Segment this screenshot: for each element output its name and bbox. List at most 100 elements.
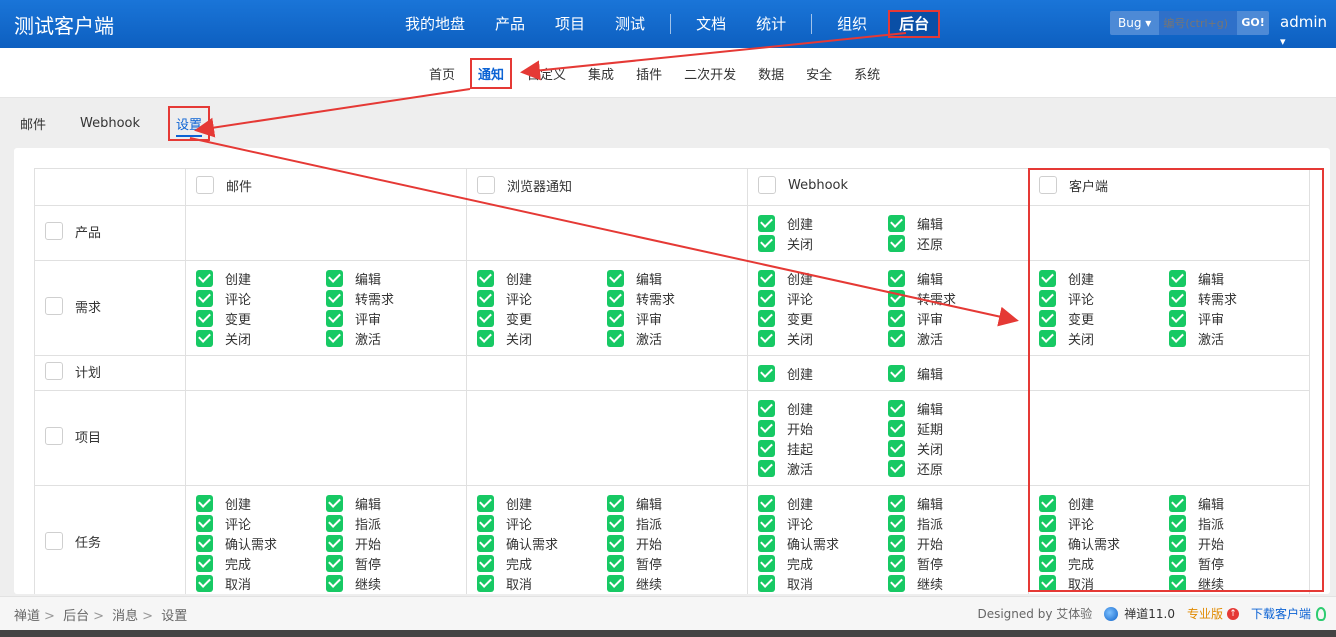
checked-checkbox[interactable]: [888, 574, 905, 592]
checked-checkbox[interactable]: [326, 309, 343, 327]
checked-checkbox[interactable]: [607, 574, 624, 592]
checked-checkbox[interactable]: [326, 329, 343, 347]
action-option[interactable]: 编辑: [326, 269, 456, 288]
checked-checkbox[interactable]: [607, 494, 624, 512]
checked-checkbox[interactable]: [477, 534, 494, 552]
checked-checkbox[interactable]: [326, 554, 343, 572]
action-option[interactable]: 评论: [1039, 289, 1169, 308]
subnav-notify[interactable]: 通知: [470, 57, 513, 89]
action-option[interactable]: 编辑: [1169, 494, 1299, 513]
action-option[interactable]: 完成: [196, 554, 326, 573]
action-option[interactable]: 创建: [1039, 269, 1169, 288]
checked-checkbox[interactable]: [888, 329, 905, 347]
action-option[interactable]: 编辑: [888, 269, 1018, 288]
subnav-custom[interactable]: 自定义: [516, 64, 577, 83]
action-option[interactable]: 转需求: [326, 289, 456, 308]
checked-checkbox[interactable]: [607, 269, 624, 287]
action-option[interactable]: 评审: [1169, 309, 1299, 328]
checkbox[interactable]: [45, 297, 63, 316]
checked-checkbox[interactable]: [1039, 534, 1056, 552]
checked-checkbox[interactable]: [758, 439, 775, 457]
action-option[interactable]: 继续: [607, 574, 737, 593]
checked-checkbox[interactable]: [196, 514, 213, 532]
action-option[interactable]: 完成: [477, 554, 607, 573]
action-option[interactable]: 关闭: [888, 439, 1018, 458]
checked-checkbox[interactable]: [888, 534, 905, 552]
action-option[interactable]: 开始: [326, 534, 456, 553]
breadcrumb-item[interactable]: 后台: [63, 609, 89, 624]
action-option[interactable]: 还原: [888, 459, 1018, 478]
action-option[interactable]: 确认需求: [758, 534, 888, 553]
column-select-all[interactable]: 浏览器通知: [477, 176, 572, 195]
checked-checkbox[interactable]: [1039, 289, 1056, 307]
action-option[interactable]: 编辑: [607, 494, 737, 513]
checked-checkbox[interactable]: [758, 309, 775, 327]
checked-checkbox[interactable]: [196, 554, 213, 572]
checkbox[interactable]: [758, 176, 776, 194]
action-option[interactable]: 编辑: [888, 494, 1018, 513]
checked-checkbox[interactable]: [477, 494, 494, 512]
checked-checkbox[interactable]: [1169, 494, 1186, 512]
action-option[interactable]: 评审: [888, 309, 1018, 328]
checked-checkbox[interactable]: [758, 534, 775, 552]
action-option[interactable]: 创建: [1039, 494, 1169, 513]
checked-checkbox[interactable]: [1169, 574, 1186, 592]
action-option[interactable]: 评论: [477, 514, 607, 533]
checked-checkbox[interactable]: [758, 514, 775, 532]
action-option[interactable]: 还原: [888, 234, 1018, 253]
action-option[interactable]: 取消: [758, 574, 888, 593]
action-option[interactable]: 评论: [758, 289, 888, 308]
column-select-all[interactable]: Webhook: [758, 176, 848, 194]
action-option[interactable]: 评论: [196, 289, 326, 308]
checkbox[interactable]: [45, 362, 63, 381]
action-option[interactable]: 评论: [477, 289, 607, 308]
action-option[interactable]: 变更: [758, 309, 888, 328]
checkbox[interactable]: [45, 427, 63, 446]
checked-checkbox[interactable]: [1169, 534, 1186, 552]
checked-checkbox[interactable]: [607, 554, 624, 572]
action-option[interactable]: 激活: [888, 329, 1018, 348]
action-option[interactable]: 暂停: [326, 554, 456, 573]
checked-checkbox[interactable]: [1039, 309, 1056, 327]
checkbox[interactable]: [45, 222, 63, 241]
tab-mail[interactable]: 邮件: [14, 108, 52, 139]
action-option[interactable]: 创建: [196, 494, 326, 513]
go-button[interactable]: GO!: [1237, 11, 1269, 35]
tab-webhook[interactable]: Webhook: [74, 110, 146, 137]
action-option[interactable]: 编辑: [888, 214, 1018, 233]
breadcrumb-item[interactable]: 禅道: [14, 609, 40, 624]
row-select-all[interactable]: 计划: [45, 362, 101, 381]
action-option[interactable]: 转需求: [1169, 289, 1299, 308]
subnav-dev[interactable]: 二次开发: [673, 64, 747, 83]
checked-checkbox[interactable]: [1169, 329, 1186, 347]
checked-checkbox[interactable]: [477, 309, 494, 327]
row-select-all[interactable]: 任务: [45, 532, 101, 551]
checked-checkbox[interactable]: [196, 494, 213, 512]
checked-checkbox[interactable]: [1039, 574, 1056, 592]
action-option[interactable]: 创建: [758, 214, 888, 233]
action-option[interactable]: 评论: [758, 514, 888, 533]
checked-checkbox[interactable]: [326, 534, 343, 552]
row-select-all[interactable]: 需求: [45, 297, 101, 316]
checked-checkbox[interactable]: [1039, 329, 1056, 347]
checked-checkbox[interactable]: [326, 574, 343, 592]
action-option[interactable]: 评论: [1039, 514, 1169, 533]
nav-item-my[interactable]: 我的地盘: [390, 0, 480, 48]
checkbox[interactable]: [196, 176, 214, 195]
nav-item-admin[interactable]: 后台: [888, 10, 941, 38]
checked-checkbox[interactable]: [477, 554, 494, 572]
checked-checkbox[interactable]: [758, 419, 775, 437]
nav-item-report[interactable]: 统计: [741, 0, 801, 48]
action-option[interactable]: 开始: [1169, 534, 1299, 553]
checked-checkbox[interactable]: [477, 269, 494, 287]
search-input[interactable]: [1159, 11, 1238, 35]
action-option[interactable]: 确认需求: [196, 534, 326, 553]
checked-checkbox[interactable]: [758, 574, 775, 592]
object-type-select[interactable]: Bug ▾: [1110, 11, 1160, 35]
tab-setting[interactable]: 设置: [168, 105, 211, 141]
action-option[interactable]: 继续: [1169, 574, 1299, 593]
action-option[interactable]: 变更: [477, 309, 607, 328]
action-option[interactable]: 关闭: [196, 329, 326, 348]
checked-checkbox[interactable]: [888, 289, 905, 307]
checked-checkbox[interactable]: [888, 309, 905, 327]
